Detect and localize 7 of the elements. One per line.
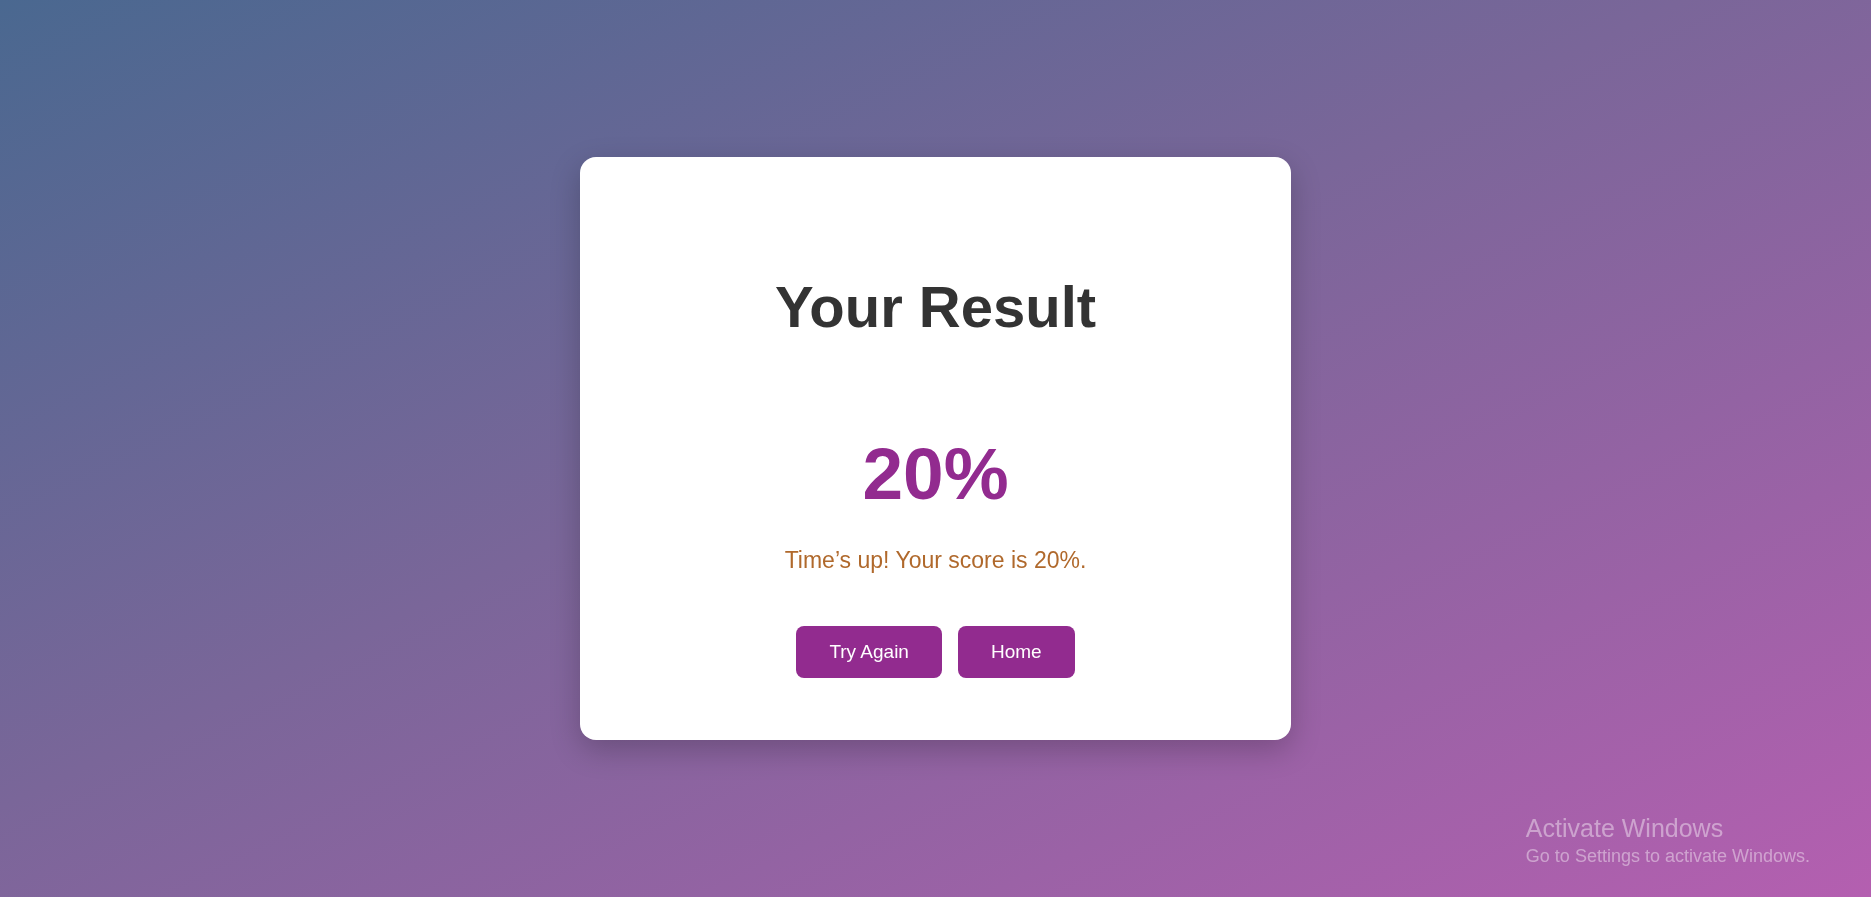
- retry-button[interactable]: Try Again: [796, 625, 942, 678]
- activation-message: Go to Settings to activate Windows.: [1525, 844, 1810, 868]
- score-percentage: 20%: [861, 431, 1010, 516]
- result-title: Your Result: [773, 273, 1098, 342]
- home-button[interactable]: Home: [957, 625, 1075, 678]
- score-message: Time’s up! Your score is 20%.: [783, 546, 1088, 576]
- activation-title: Activate Windows: [1525, 813, 1725, 845]
